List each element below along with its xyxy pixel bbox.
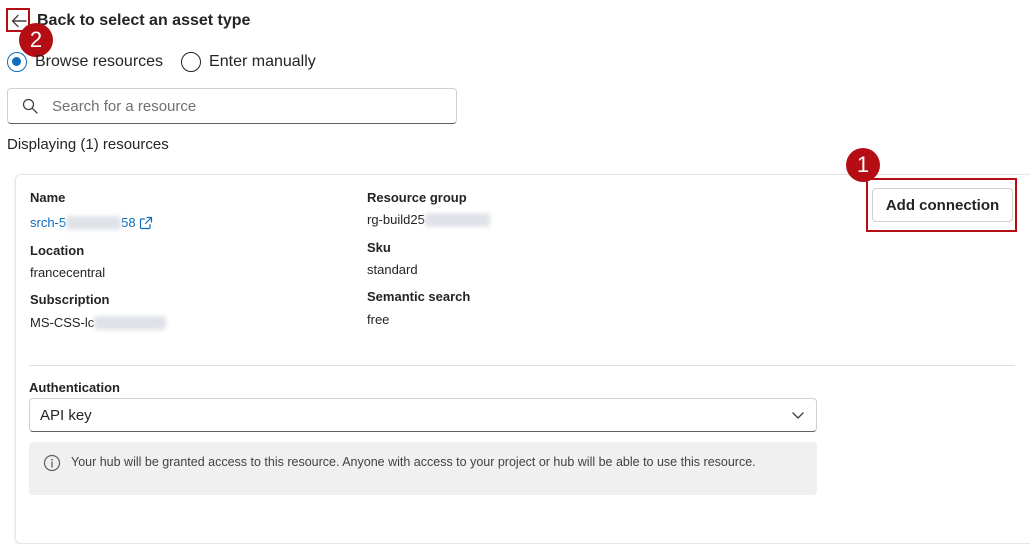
back-label[interactable]: Back to select an asset type — [37, 12, 250, 30]
resource-name-link[interactable]: srch-5 58 — [30, 215, 153, 230]
browse-resources-label[interactable]: Browse resources — [35, 53, 163, 71]
info-message-text: Your hub will be granted access to this … — [71, 455, 756, 469]
redacted-text — [66, 215, 122, 230]
subscription-value: MS-CSS-lc — [30, 315, 167, 330]
chevron-down-icon[interactable] — [790, 407, 806, 423]
semantic-search-value: free — [367, 312, 390, 327]
sku-value: standard — [367, 262, 418, 277]
external-link-icon[interactable] — [139, 216, 153, 230]
name-label: Name — [30, 190, 66, 205]
resource-group-value: rg-build25 — [367, 212, 490, 227]
divider — [29, 365, 1015, 366]
subscription-prefix: MS-CSS-lc — [30, 315, 95, 330]
location-value: francecentral — [30, 265, 106, 280]
authentication-label: Authentication — [29, 380, 120, 395]
results-count: Displaying (1) resources — [7, 136, 169, 153]
redacted-text — [424, 212, 490, 227]
redacted-text — [94, 315, 167, 330]
subscription-label: Subscription — [30, 292, 110, 307]
location-label: Location — [30, 243, 85, 258]
enter-manually-label[interactable]: Enter manually — [209, 53, 316, 71]
info-message-bar: Your hub will be granted access to this … — [29, 442, 817, 495]
resource-group-label: Resource group — [367, 190, 467, 205]
resource-group-prefix: rg-build25 — [367, 212, 425, 227]
search-box[interactable] — [7, 88, 457, 124]
resource-name-prefix[interactable]: srch-5 — [30, 215, 66, 230]
enter-manually-radio[interactable] — [181, 52, 202, 72]
info-icon — [43, 454, 61, 472]
callout-box-add-connection — [866, 178, 1017, 232]
authentication-dropdown[interactable]: API key — [29, 398, 817, 432]
sku-label: Sku — [367, 240, 391, 255]
resource-name-suffix[interactable]: 58 — [121, 215, 135, 230]
callout-badge-add-connection: 1 — [846, 148, 880, 182]
browse-resources-radio[interactable] — [7, 52, 27, 72]
search-input[interactable] — [50, 96, 434, 116]
authentication-selected[interactable]: API key — [40, 407, 92, 424]
source-mode-radio-group: Browse resources Enter manually — [7, 52, 316, 72]
search-icon — [22, 98, 38, 114]
semantic-search-label: Semantic search — [367, 289, 471, 304]
